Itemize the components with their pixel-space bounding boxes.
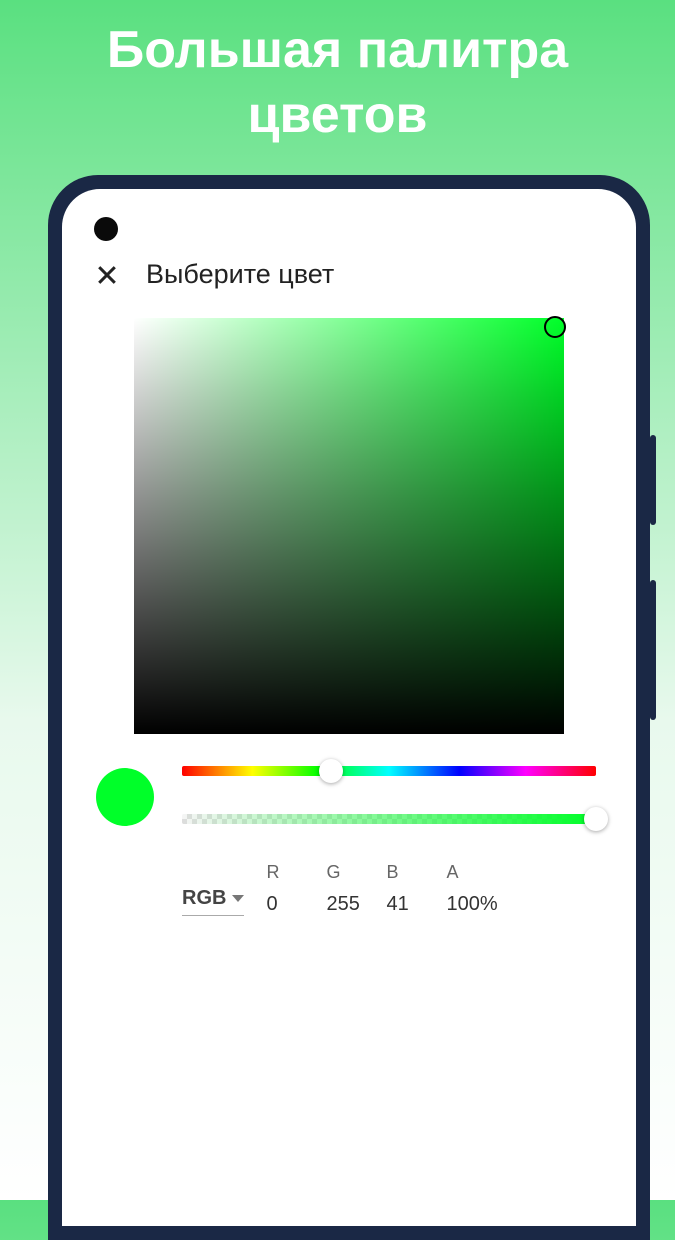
camera-hole — [94, 217, 118, 241]
channel-b-label: B — [386, 862, 424, 883]
channel-r: R 0 — [266, 862, 304, 916]
channel-a-value: 100% — [446, 893, 506, 916]
channel-r-label: R — [266, 862, 304, 883]
values-row: RGB R 0 G 255 B 41 A 100% — [92, 862, 606, 916]
chevron-down-icon — [232, 895, 244, 902]
color-mode-select[interactable]: RGB — [182, 887, 244, 916]
sliders — [182, 766, 606, 824]
phone-side-button-bottom — [650, 580, 656, 720]
channel-g-value: 255 — [326, 893, 364, 916]
slider-area — [92, 766, 606, 826]
saturation-value-field[interactable] — [134, 318, 564, 734]
channel-g: G 255 — [326, 862, 364, 916]
alpha-thumb[interactable] — [584, 807, 608, 831]
channel-r-value: 0 — [266, 893, 304, 916]
alpha-slider[interactable] — [182, 814, 596, 824]
sv-black-gradient — [134, 318, 564, 734]
phone-frame: Выберите цвет RGB R — [48, 175, 650, 1240]
hue-slider[interactable] — [182, 766, 596, 776]
channel-b-value: 41 — [386, 893, 424, 916]
sv-cursor[interactable] — [544, 316, 566, 338]
channel-a-label: A — [446, 862, 506, 883]
color-swatch — [96, 768, 154, 826]
promo-title: Большая палитра цветов — [0, 0, 675, 158]
phone-side-button-top — [650, 435, 656, 525]
channel-a: A 100% — [446, 862, 506, 916]
color-mode-label: RGB — [182, 887, 226, 910]
channel-b: B 41 — [386, 862, 424, 916]
channel-g-label: G — [326, 862, 364, 883]
close-icon[interactable] — [96, 264, 118, 286]
phone-screen: Выберите цвет RGB R — [62, 189, 636, 1226]
hue-thumb[interactable] — [319, 759, 343, 783]
dialog-header: Выберите цвет — [92, 259, 606, 290]
dialog-title: Выберите цвет — [146, 259, 334, 290]
